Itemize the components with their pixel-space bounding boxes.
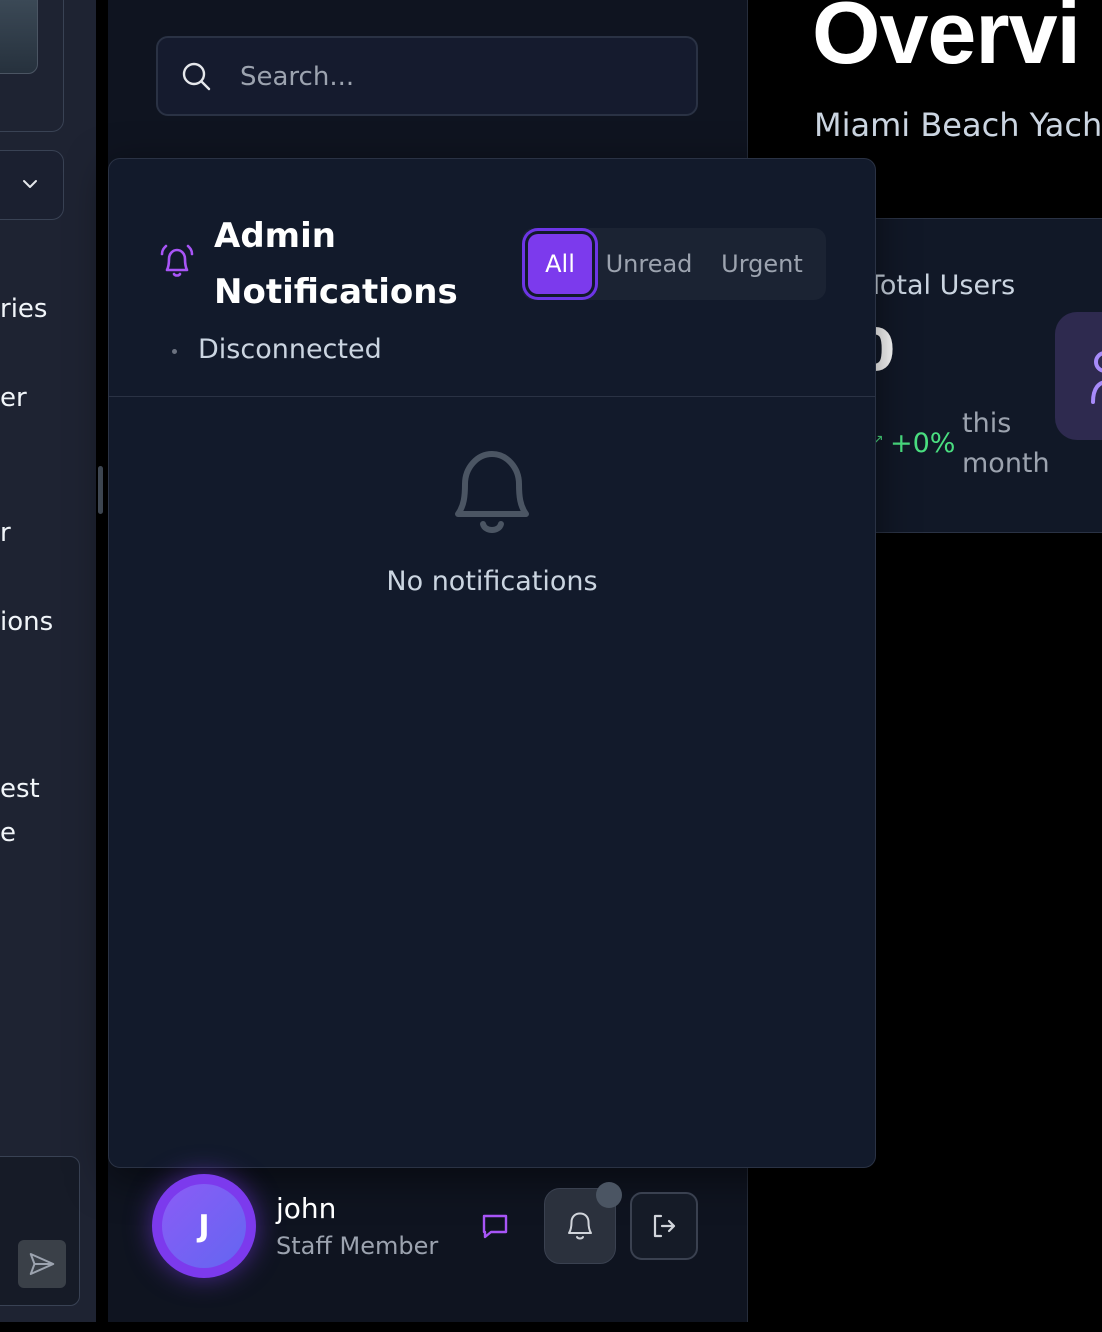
tab-all[interactable]: All	[528, 234, 592, 294]
status-dot-icon	[172, 349, 177, 354]
left-item-text[interactable]: r	[0, 518, 11, 548]
left-item-text[interactable]: er	[0, 383, 27, 413]
bell-icon	[568, 1212, 592, 1240]
notification-badge	[596, 1182, 622, 1208]
tab-urgent[interactable]: Urgent	[712, 234, 812, 294]
alarm-icon	[160, 244, 194, 277]
notifications-title: Admin Notifications	[214, 216, 458, 312]
page-subtitle: Miami Beach Yach	[814, 106, 1102, 144]
stat-label: Total Users	[868, 270, 1016, 301]
send-button[interactable]	[18, 1240, 66, 1288]
thumbnail-image[interactable]	[0, 0, 38, 74]
connection-status: Disconnected	[198, 334, 382, 365]
user-role: Staff Member	[276, 1232, 439, 1260]
chat-button[interactable]	[474, 1206, 516, 1246]
left-item-text[interactable]: est	[0, 774, 40, 804]
search-input[interactable]	[238, 56, 678, 98]
users-icon	[1055, 312, 1102, 440]
tab-unread[interactable]: Unread	[602, 234, 696, 294]
search-icon	[182, 62, 211, 91]
logout-button[interactable]	[630, 1192, 698, 1260]
send-icon	[29, 1253, 55, 1275]
user-name: john	[276, 1192, 337, 1225]
chat-icon	[482, 1214, 508, 1239]
chevron-down-icon	[23, 180, 37, 188]
divider	[108, 396, 876, 397]
empty-state-text: No notifications	[386, 566, 598, 597]
left-item-text[interactable]: ries	[0, 294, 47, 324]
left-item-text[interactable]: e	[0, 818, 16, 848]
bell-icon	[455, 451, 529, 533]
resize-handle[interactable]	[98, 466, 103, 514]
logout-icon	[653, 1214, 676, 1238]
avatar[interactable]: J	[162, 1184, 246, 1268]
left-item-text[interactable]: ions	[0, 607, 53, 637]
stat-trend: +0%	[890, 428, 956, 459]
page-title: Overvi	[812, 0, 1081, 82]
